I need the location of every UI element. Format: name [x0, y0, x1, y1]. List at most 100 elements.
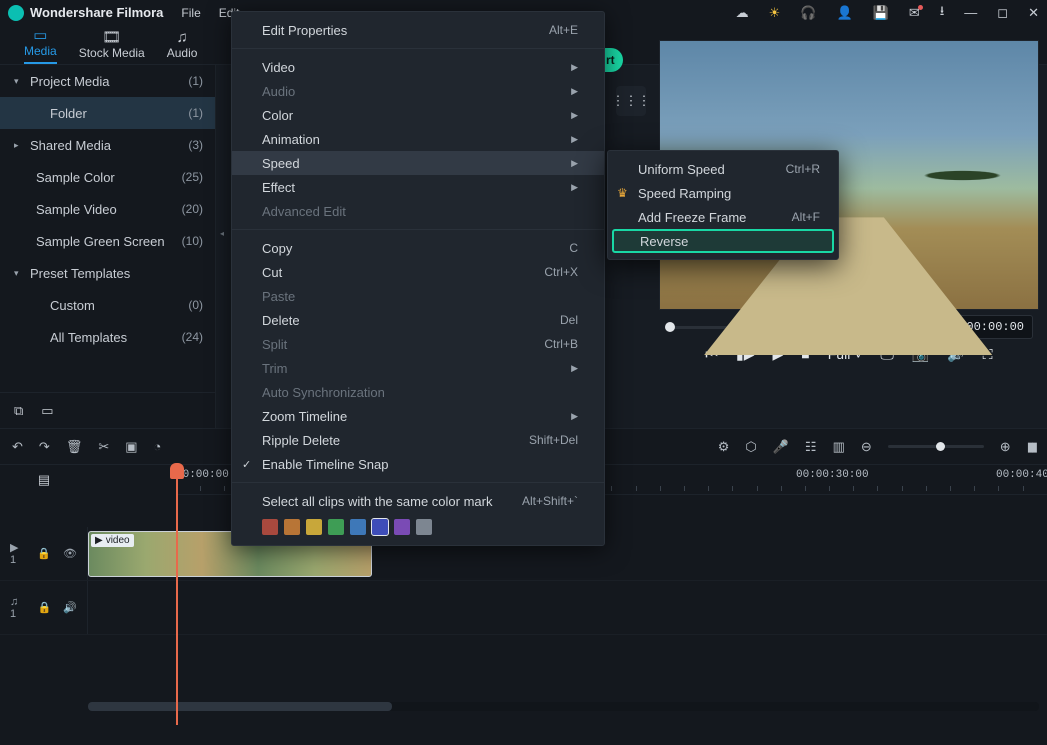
window-maximize-icon[interactable]: ◻ — [997, 5, 1008, 21]
sidebar-item[interactable]: All Templates (24) — [0, 321, 215, 353]
color-swatch[interactable] — [372, 519, 388, 535]
app-title: Wondershare Filmora — [30, 5, 163, 20]
submenu-item[interactable]: Uniform SpeedCtrl+R — [608, 157, 838, 181]
lock-icon[interactable]: 🔒 — [38, 601, 52, 614]
timeline-tracks: ▶ 1 🔒 👁 ▶ video ♫ 1 🔒 🔊 — [0, 527, 1047, 745]
clip-label: ▶ video — [91, 534, 134, 547]
headphones-icon[interactable]: 🎧 — [800, 5, 816, 21]
settings-gear-icon[interactable]: ⚙ — [718, 439, 730, 455]
panel-drag-handle[interactable]: ◂ — [217, 224, 227, 242]
color-swatch[interactable] — [262, 519, 278, 535]
sidebar-item[interactable]: Sample Video(20) — [0, 193, 215, 225]
timeline-menu-icon[interactable]: ▤ — [38, 472, 50, 488]
color-swatch[interactable] — [416, 519, 432, 535]
menu-item[interactable]: Video▶ — [232, 55, 604, 79]
sidebar-item-count: (10) — [182, 234, 203, 248]
menu-item[interactable]: CopyC — [232, 236, 604, 260]
menu-item-label: Audio — [262, 84, 295, 99]
save-icon[interactable]: 💾 — [873, 5, 889, 21]
user-icon[interactable]: 👤 — [836, 5, 852, 21]
sidebar-item[interactable]: Sample Green Screen(10) — [0, 225, 215, 257]
sidebar-item[interactable]: ▾Project Media(1) — [0, 65, 215, 97]
window-close-icon[interactable]: ✕ — [1028, 5, 1039, 21]
window-minimize-icon[interactable]: — — [964, 5, 977, 20]
delete-icon[interactable]: 🗑 — [66, 439, 83, 455]
tab-media[interactable]: ▭ Media — [24, 28, 57, 64]
menu-item[interactable]: Enable Timeline Snap — [232, 452, 604, 476]
folder-icon[interactable]: ▭ — [41, 403, 53, 419]
new-folder-icon[interactable]: ⧉ — [14, 403, 23, 419]
sidebar-item[interactable]: Custom(0) — [0, 289, 215, 321]
speaker-icon[interactable]: 🔊 — [63, 601, 77, 614]
eye-icon[interactable]: 👁 — [63, 547, 77, 560]
tab-label: Media — [24, 44, 57, 58]
zoom-slider[interactable] — [888, 445, 984, 448]
mic-icon[interactable]: 🎤 — [773, 439, 789, 455]
video-track-head: ▶ 1 🔒 👁 — [0, 527, 88, 580]
color-swatch[interactable] — [284, 519, 300, 535]
menu-item[interactable]: Effect▶ — [232, 175, 604, 199]
audio-track-row: ♫ 1 🔒 🔊 — [0, 581, 1047, 635]
submenu-item[interactable]: ♛Speed Ramping — [608, 181, 838, 205]
submenu-item-shortcut: Ctrl+R — [786, 162, 820, 176]
menu-item[interactable]: DeleteDel — [232, 308, 604, 332]
zoom-in-icon[interactable]: ⊕ — [1000, 439, 1011, 455]
speed-icon[interactable]: ◔ — [154, 439, 162, 454]
timeline-scrollbar[interactable] — [88, 702, 1039, 711]
tab-stock-media[interactable]: 🎞 Stock Media — [79, 30, 145, 64]
chevron-icon: ▾ — [14, 76, 24, 87]
color-swatch[interactable] — [328, 519, 344, 535]
grid-view-icon[interactable]: ⋮⋮⋮ — [616, 86, 646, 116]
menu-item-label: Copy — [262, 241, 292, 256]
sidebar-item[interactable]: ▾Preset Templates — [0, 257, 215, 289]
menu-item-label: Animation — [262, 132, 320, 147]
sidebar-item[interactable]: ▸Shared Media(3) — [0, 129, 215, 161]
sidebar-item-count: (0) — [188, 298, 203, 312]
submenu-item[interactable]: Reverse — [612, 229, 834, 253]
sidebar-item[interactable]: Folder(1) — [0, 97, 215, 129]
ruler-timecode: 00:00:30:00 — [796, 469, 869, 481]
menu-item[interactable]: Color▶ — [232, 103, 604, 127]
menu-item[interactable]: Zoom Timeline▶ — [232, 404, 604, 428]
tab-audio[interactable]: ♫ Audio — [167, 30, 198, 64]
playhead[interactable] — [176, 465, 178, 725]
mixer-icon[interactable]: ☷ — [805, 439, 817, 455]
color-swatch[interactable] — [350, 519, 366, 535]
menu-item[interactable]: CutCtrl+X — [232, 260, 604, 284]
sidebar-item-count: (24) — [182, 330, 203, 344]
context-menu: Edit PropertiesAlt+EVideo▶Audio▶Color▶An… — [231, 11, 605, 546]
menu-item[interactable]: Speed▶ — [232, 151, 604, 175]
submenu-item-shortcut: Alt+F — [792, 210, 820, 224]
menu-item-shortcut: Alt+E — [549, 23, 578, 37]
sun-icon[interactable]: ☀ — [769, 5, 781, 21]
download-icon[interactable]: ⭳ — [940, 2, 945, 24]
menu-item: Trim▶ — [232, 356, 604, 380]
menu-item[interactable]: Edit PropertiesAlt+E — [232, 18, 604, 42]
lock-icon[interactable]: 🔒 — [37, 547, 51, 560]
menu-item[interactable]: Ripple DeleteShift+Del — [232, 428, 604, 452]
menu-file[interactable]: File — [181, 6, 200, 20]
cloud-icon[interactable]: ☁ — [736, 5, 749, 21]
notification-icon[interactable]: ✉ — [909, 5, 920, 21]
submenu-item[interactable]: Add Freeze FrameAlt+F — [608, 205, 838, 229]
menu-item: Auto Synchronization — [232, 380, 604, 404]
frame-icon[interactable]: ▥ — [833, 439, 845, 455]
sidebar-item[interactable]: Sample Color(25) — [0, 161, 215, 193]
color-swatch[interactable] — [306, 519, 322, 535]
menu-item-label: Color — [262, 108, 293, 123]
undo-icon[interactable]: ↶ — [12, 439, 23, 455]
marker-icon[interactable]: ⬡ — [745, 439, 756, 455]
sidebar-item-count: (1) — [188, 106, 203, 120]
sidebar-item-label: All Templates — [50, 330, 127, 345]
cut-icon[interactable]: ✂ — [98, 439, 109, 455]
zoom-out-icon[interactable]: ⊖ — [861, 439, 872, 455]
menu-item[interactable]: Select all clips with the same color mar… — [232, 489, 604, 513]
audio-track-body[interactable] — [88, 581, 1047, 634]
redo-icon[interactable]: ↷ — [39, 439, 50, 455]
menu-item[interactable]: Animation▶ — [232, 127, 604, 151]
menu-item-label: Zoom Timeline — [262, 409, 347, 424]
fit-icon[interactable]: ▮▮ — [1027, 439, 1035, 455]
color-swatch[interactable] — [394, 519, 410, 535]
music-icon: ♫ — [176, 30, 187, 45]
crop-icon[interactable]: ▣ — [125, 439, 137, 455]
